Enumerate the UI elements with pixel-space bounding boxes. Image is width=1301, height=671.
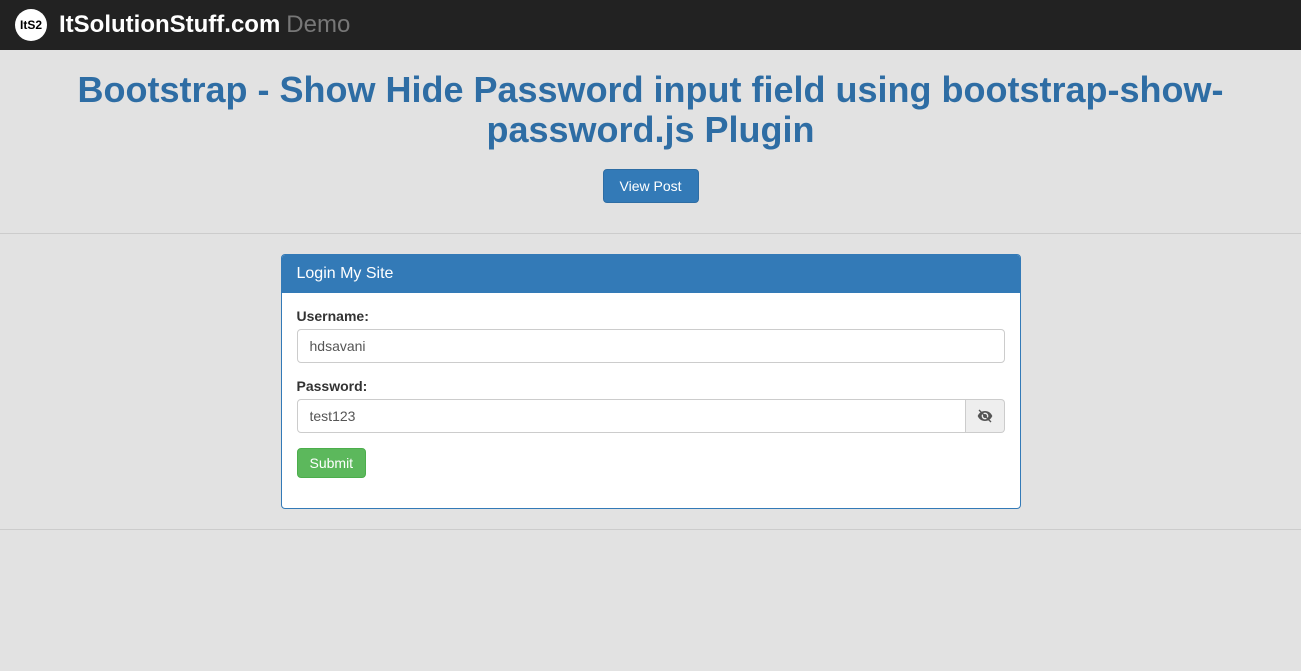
main-container: Login My Site Username: Password: [266,254,1036,509]
username-input[interactable] [297,329,1005,363]
toggle-password-button[interactable] [966,399,1005,433]
login-panel: Login My Site Username: Password: [281,254,1021,509]
brand-main-text: ItSolutionStuff.com [59,11,280,39]
password-input[interactable] [297,399,966,433]
username-label: Username: [297,308,1005,324]
page-title: Bootstrap - Show Hide Password input fie… [15,70,1286,149]
navbar: ItS2 ItSolutionStuff.com Demo [0,0,1301,50]
brand-suffix-text: Demo [286,11,350,39]
page-header: Bootstrap - Show Hide Password input fie… [0,50,1301,213]
password-group: Password: [297,378,1005,433]
eye-slash-icon [977,408,993,424]
divider-top [0,233,1301,234]
divider-bottom [0,529,1301,530]
submit-group: Submit [297,448,1005,478]
password-input-group [297,399,1005,433]
view-post-button[interactable]: View Post [603,169,699,203]
password-label: Password: [297,378,1005,394]
brand-logo-icon: ItS2 [15,9,47,41]
panel-body: Username: Password: Submit [282,293,1020,508]
username-group: Username: [297,308,1005,363]
submit-button[interactable]: Submit [297,448,367,478]
navbar-brand-link[interactable]: ItS2 ItSolutionStuff.com Demo [15,9,350,41]
panel-heading: Login My Site [282,255,1020,293]
